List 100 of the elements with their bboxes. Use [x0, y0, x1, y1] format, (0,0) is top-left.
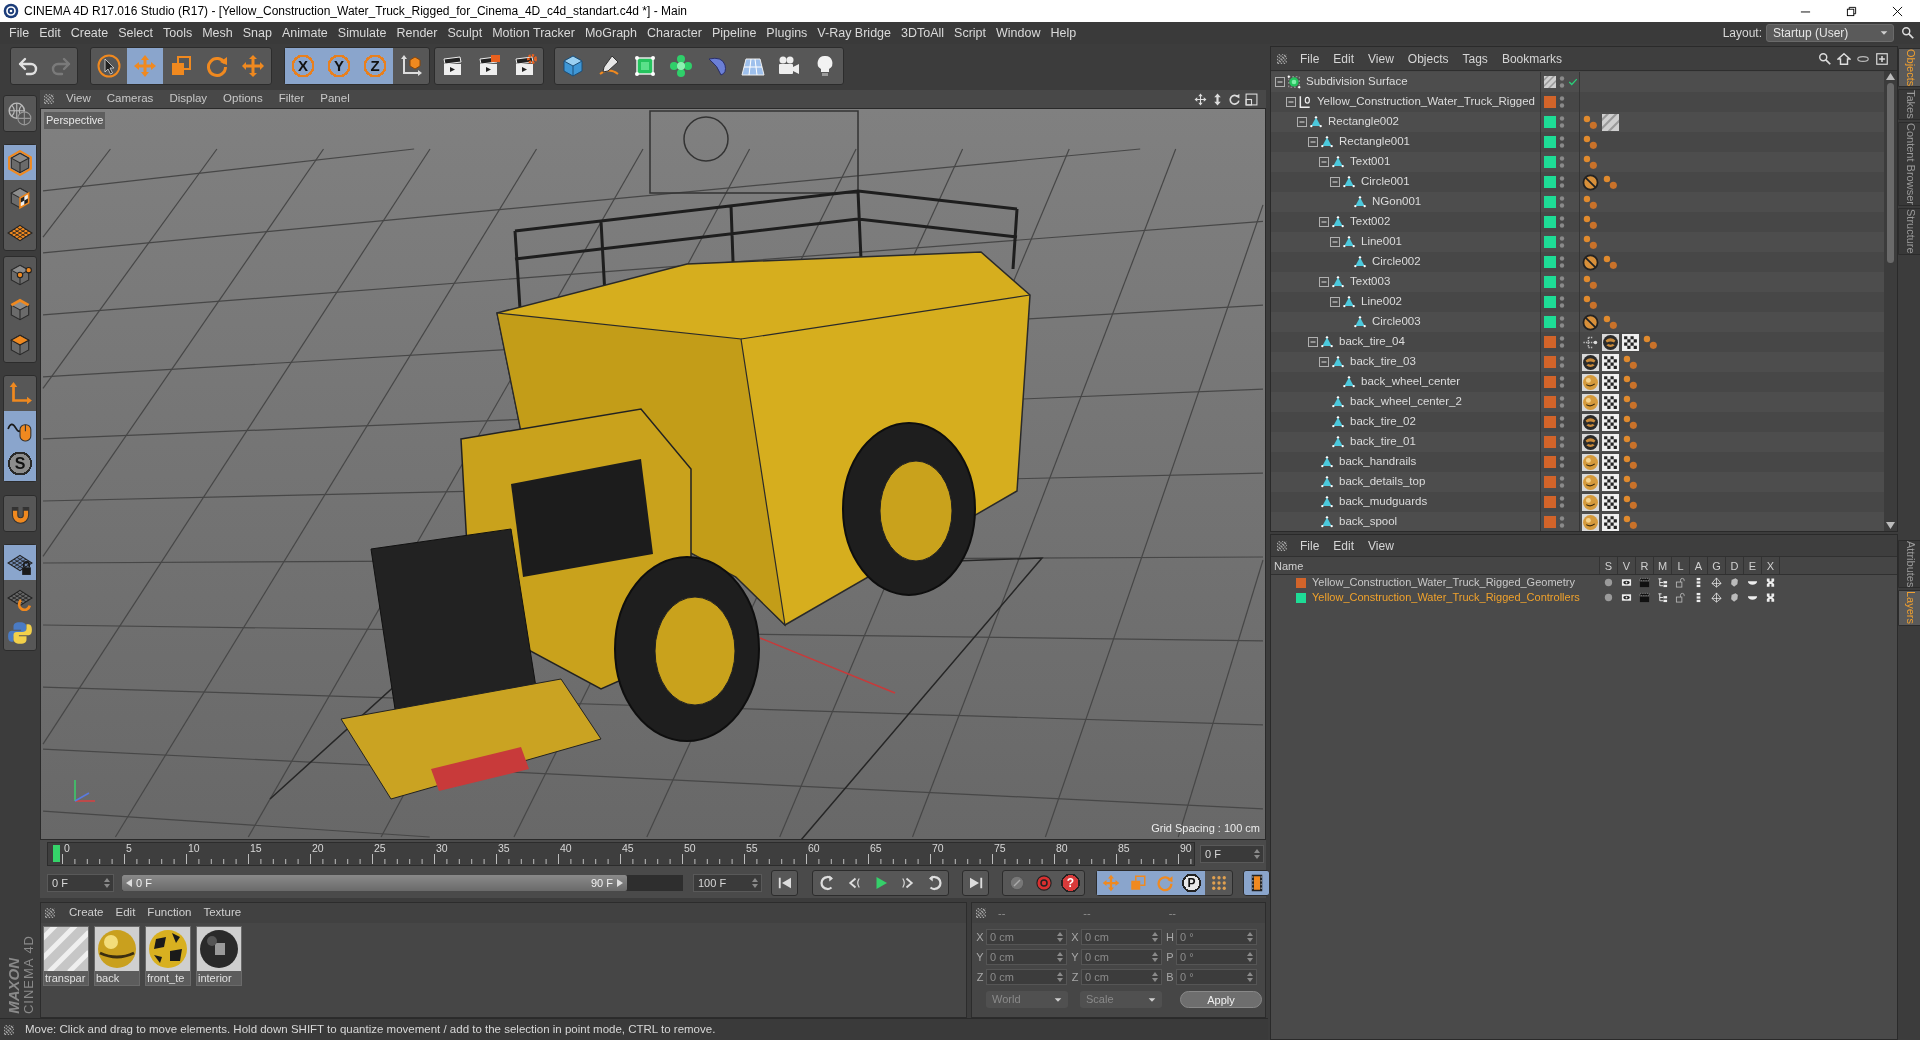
- magnet-button[interactable]: [3, 495, 37, 532]
- side-tab[interactable]: Takes: [1898, 89, 1920, 121]
- scroll-up-icon[interactable]: [1886, 73, 1895, 80]
- clapperboard-icon[interactable]: [1638, 577, 1650, 588]
- menu-item[interactable]: View: [1361, 536, 1401, 555]
- checker-icon[interactable]: [1602, 413, 1619, 431]
- timeline-ruler[interactable]: 0 5 10 15 20 25 30 35 40 45 50 55 60 65 70 75 80 85 90: [47, 842, 1195, 866]
- panel-grip-icon[interactable]: [1277, 540, 1287, 551]
- collapse-toggle-icon[interactable]: [1330, 177, 1340, 187]
- prohibited-icon[interactable]: [1582, 313, 1599, 331]
- menu-item[interactable]: Animate: [276, 23, 333, 43]
- layer-swatch-icon[interactable]: [1296, 577, 1306, 588]
- layer-swatch-icon[interactable]: [1544, 116, 1556, 128]
- side-tab[interactable]: Structure: [1898, 208, 1920, 255]
- search-icon[interactable]: [1818, 51, 1832, 66]
- maximize-view-icon[interactable]: [1245, 92, 1258, 106]
- panel-grip-icon[interactable]: [976, 908, 986, 918]
- menu-item[interactable]: Texture: [197, 904, 248, 922]
- dots-icon[interactable]: [1622, 473, 1639, 491]
- menu-item[interactable]: Sculpt: [442, 23, 488, 43]
- sphere-icon[interactable]: [1582, 393, 1599, 411]
- menu-item[interactable]: Options: [215, 90, 271, 108]
- visibility-dots-icon[interactable]: [1559, 75, 1565, 89]
- axis-lock-button[interactable]: Y: [321, 48, 357, 84]
- visibility-dots-icon[interactable]: [1559, 215, 1565, 229]
- dots-icon[interactable]: [1582, 113, 1599, 131]
- pyramid-icon[interactable]: [1710, 592, 1722, 603]
- menu-item[interactable]: Cameras: [98, 90, 162, 108]
- checker-icon[interactable]: [1602, 353, 1619, 371]
- key-parameter-button[interactable]: P: [1178, 871, 1205, 895]
- layer-swatch-icon[interactable]: [1544, 496, 1556, 508]
- scroll-down-icon[interactable]: [1886, 522, 1895, 529]
- hierarchy-icon[interactable]: [1656, 577, 1668, 588]
- patterned-sphere-icon[interactable]: [1582, 413, 1599, 431]
- scrollbar[interactable]: [1884, 71, 1897, 531]
- panel-grip-icon[interactable]: [45, 908, 55, 918]
- layer-row[interactable]: Yellow_Construction_Water_Truck_Rigged_Controllers: [1271, 590, 1897, 605]
- menu-item[interactable]: Edit: [109, 904, 142, 922]
- layout-dropdown[interactable]: Startup (User): [1766, 24, 1894, 42]
- dots-icon[interactable]: [1622, 373, 1639, 391]
- go-to-start-button[interactable]: [771, 870, 798, 896]
- menu-item[interactable]: File: [1293, 536, 1327, 555]
- collapse-toggle-icon[interactable]: [1275, 77, 1285, 87]
- menu-item[interactable]: Render: [391, 23, 443, 43]
- collapse-toggle-icon[interactable]: [1330, 237, 1340, 247]
- menu-item[interactable]: Select: [113, 23, 158, 43]
- layer-swatch-icon[interactable]: [1544, 236, 1556, 248]
- prohibited-icon[interactable]: [1582, 253, 1599, 271]
- material-item[interactable]: transpar: [43, 926, 89, 986]
- dots-icon[interactable]: [1602, 313, 1619, 331]
- visibility-dots-icon[interactable]: [1559, 415, 1565, 429]
- dots-icon[interactable]: [1622, 453, 1639, 471]
- checker-icon[interactable]: [1602, 513, 1619, 531]
- collapse-toggle-icon[interactable]: [1297, 117, 1307, 127]
- menu-item[interactable]: MoGraph: [579, 23, 642, 43]
- menu-item[interactable]: Window: [991, 23, 1046, 43]
- go-to-end-button[interactable]: [962, 870, 989, 896]
- collapse-toggle-icon[interactable]: [1319, 157, 1329, 167]
- collapse-toggle-icon[interactable]: [1330, 297, 1340, 307]
- menu-item[interactable]: Mesh: [197, 23, 238, 43]
- visibility-dots-icon[interactable]: [1559, 155, 1565, 169]
- layer-swatch-icon[interactable]: [1544, 416, 1556, 428]
- add-panel-icon[interactable]: [1875, 51, 1889, 66]
- checker-icon[interactable]: [1602, 373, 1619, 391]
- patterned-sphere-icon[interactable]: [1602, 333, 1619, 351]
- sphere-icon[interactable]: [1582, 373, 1599, 391]
- visibility-dots-icon[interactable]: [1559, 135, 1565, 149]
- menu-item[interactable]: Simulate: [332, 23, 392, 43]
- layer-swatch-icon[interactable]: [1544, 96, 1556, 108]
- menu-item[interactable]: Panel: [312, 90, 358, 108]
- layer-swatch-icon[interactable]: [1296, 592, 1306, 603]
- padlock-icon[interactable]: [1674, 592, 1686, 603]
- menu-item[interactable]: Objects: [1400, 49, 1456, 68]
- eye-icon[interactable]: [1620, 577, 1632, 588]
- home-icon[interactable]: [1837, 51, 1851, 66]
- tweak-mode-button[interactable]: [4, 411, 36, 446]
- make-editable-button[interactable]: [3, 95, 37, 132]
- layer-swatch-icon[interactable]: [1544, 316, 1556, 328]
- menu-item[interactable]: Snap: [237, 23, 277, 43]
- menu-item[interactable]: Help: [1045, 23, 1082, 43]
- striped-swatch-icon[interactable]: [1602, 113, 1619, 131]
- menu-item[interactable]: View: [58, 90, 99, 108]
- layer-swatch-icon[interactable]: [1544, 196, 1556, 208]
- visibility-dots-icon[interactable]: [1559, 115, 1565, 129]
- collapse-toggle-icon[interactable]: [1308, 137, 1318, 147]
- start-frame-field[interactable]: 0 F: [47, 874, 114, 892]
- shield-icon[interactable]: [1728, 592, 1740, 603]
- side-tab[interactable]: Content Browser: [1898, 122, 1920, 206]
- current-frame-field[interactable]: 0 F: [1200, 845, 1264, 863]
- layer-swatch-icon[interactable]: [1544, 476, 1556, 488]
- dots-icon[interactable]: [1582, 273, 1599, 291]
- scrollbar-thumb[interactable]: [1887, 83, 1894, 263]
- prohibited-icon[interactable]: [1582, 173, 1599, 191]
- visibility-dots-icon[interactable]: [1559, 255, 1565, 269]
- visibility-dots-icon[interactable]: [1559, 295, 1565, 309]
- dots-icon[interactable]: [1622, 393, 1639, 411]
- visibility-dots-icon[interactable]: [1559, 355, 1565, 369]
- checker-icon[interactable]: [1602, 393, 1619, 411]
- visibility-dots-icon[interactable]: [1559, 375, 1565, 389]
- layer-swatch-icon[interactable]: [1544, 176, 1556, 188]
